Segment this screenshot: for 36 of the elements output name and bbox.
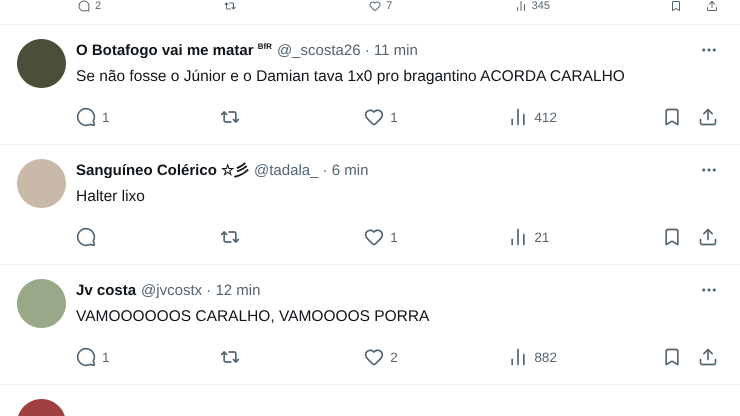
- reply-icon[interactable]: [76, 107, 96, 127]
- reply-count: 1: [102, 110, 110, 124]
- heart-icon[interactable]: [364, 107, 384, 127]
- tweet-text: Halter lixo: [76, 187, 146, 207]
- handle-and-time: @_scosta26 · 11 min: [276, 42, 419, 58]
- bookmark-icon[interactable]: [670, 0, 682, 12]
- reply-icon[interactable]: [76, 347, 96, 367]
- share-icon[interactable]: [706, 0, 718, 12]
- tweet-text: Se não fosse o Júnior e o Damian tava 1x0 pro bragantino ACORDA CARALHO: [76, 67, 626, 87]
- display-name[interactable]: Jv costa: [76, 282, 136, 298]
- tweet-text: VAMOOOOOOS CARALHO, VAMOOOOS PORRA: [76, 307, 430, 327]
- view-count: 412: [534, 110, 557, 124]
- repost-icon[interactable]: [224, 0, 236, 12]
- display-name[interactable]: O Botafogo vai me matar $^{BfR}$: [76, 42, 272, 58]
- heart-icon[interactable]: [369, 0, 382, 12]
- handle-and-time: @tadala_ · 6 min: [254, 162, 370, 178]
- like-count: 1: [390, 110, 398, 124]
- reply-count: 2: [95, 0, 102, 12]
- like-count: 7: [386, 0, 392, 12]
- view-count: 21: [534, 230, 550, 244]
- reply-icon[interactable]: [76, 227, 96, 247]
- views-chart-icon[interactable]: [514, 0, 527, 12]
- like-count: 2: [390, 350, 398, 364]
- share-icon[interactable]: [698, 347, 718, 367]
- handle-and-time: @jvcostx · 12 min: [141, 282, 262, 298]
- view-count: 882: [534, 350, 557, 364]
- heart-icon[interactable]: [364, 227, 384, 247]
- avatar-image[interactable]: [17, 39, 66, 88]
- like-count: 1: [390, 230, 398, 244]
- share-icon[interactable]: [698, 107, 718, 127]
- reply-icon[interactable]: [78, 0, 90, 12]
- view-count: 345: [532, 0, 550, 12]
- display-name[interactable]: Sanguíneo Colérico ☆彡: [76, 160, 250, 180]
- reply-count: 1: [102, 350, 110, 364]
- share-icon[interactable]: [698, 227, 718, 247]
- heart-icon[interactable]: [364, 347, 384, 367]
